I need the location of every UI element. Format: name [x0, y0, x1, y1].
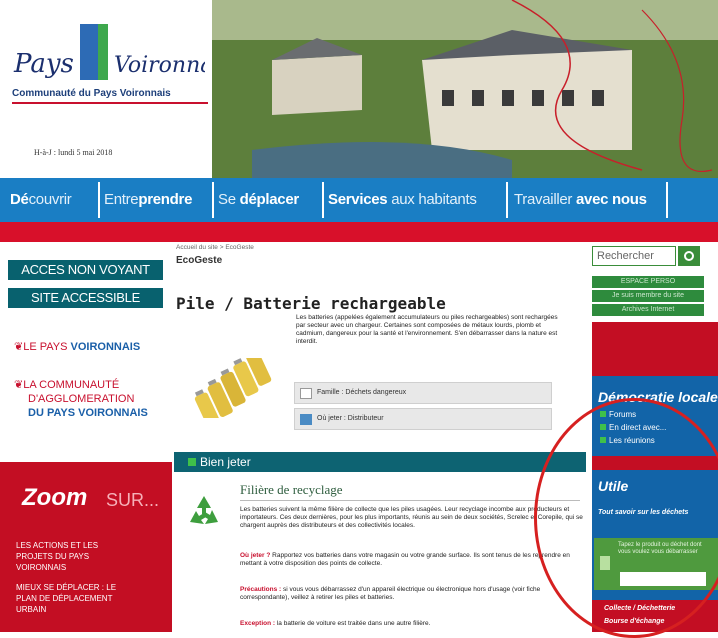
nav-services[interactable]: Services aux habitants — [328, 178, 477, 222]
espace-perso-link[interactable]: ESPACE PERSO — [592, 276, 704, 288]
brand-line1: Pays — [13, 49, 74, 79]
paragraph-precautions: Précautions : si vous vous débarrassez d… — [240, 586, 541, 601]
zoom-title: Zoom — [22, 484, 88, 511]
paragraph-exception: Exception : la batterie de voiture est t… — [240, 620, 431, 627]
search-icon — [684, 251, 694, 261]
nav-se-deplacer[interactable]: Se déplacer — [218, 178, 299, 222]
batteries-image — [194, 358, 272, 418]
membre-link[interactable]: Je suis membre du site — [592, 290, 704, 302]
acces-non-voyant-button[interactable]: ACCES NON VOYANT — [8, 260, 163, 280]
nav-separator — [666, 182, 668, 218]
page-title: Pile / Batterie rechargeable — [176, 294, 446, 313]
communaute-agglomeration-link[interactable]: ❦LA COMMUNAUTÉ D'AGGLOMERATION DU PAYS V… — [14, 378, 148, 420]
paragraph-ou-jeter: Où jeter ? Rapportez vos batteries dans … — [240, 552, 570, 567]
nav-separator — [322, 182, 324, 218]
nav-entreprendre[interactable]: Entreprendre — [104, 178, 192, 222]
brand-divider — [12, 102, 208, 104]
bien-jeter-bar: Bien jeter — [174, 452, 586, 472]
section-title: EcoGeste — [176, 255, 223, 266]
filiere-divider — [240, 500, 580, 501]
pays-voironnais-link[interactable]: ❦LE PAYS VOIRONNAIS — [14, 340, 140, 354]
location-icon — [300, 414, 312, 425]
search-button[interactable] — [678, 246, 700, 266]
brand-line2: Voironnais — [114, 53, 205, 78]
recycle-icon — [190, 496, 218, 524]
nav-travailler[interactable]: Travailler avec nous — [514, 178, 647, 222]
zoom-link-deplacements[interactable]: MIEUX SE DÉPLACER : LE PLAN DE DÉPLACEME… — [16, 582, 136, 615]
date-text: H-à-J : lundi 5 mai 2018 — [34, 148, 113, 157]
nav-separator — [506, 182, 508, 218]
famille-box[interactable]: Famille : Déchets dangereux — [294, 382, 552, 404]
pv-logo-icon: ❦ — [14, 341, 24, 353]
search-input[interactable]: Rechercher — [592, 246, 676, 266]
highlight-circle — [534, 398, 718, 638]
nav-decouvrir[interactable]: Découvrir — [10, 178, 72, 222]
header-photo — [212, 0, 718, 178]
archives-link[interactable]: Archives Internet — [592, 304, 704, 316]
ou-jeter-box[interactable]: Où jeter : Distributeur — [294, 408, 552, 430]
site-accessible-button[interactable]: SITE ACCESSIBLE — [8, 288, 163, 308]
caagglo-logo-icon: ❦ — [14, 379, 24, 391]
nav-separator — [212, 182, 214, 218]
red-band — [0, 222, 718, 242]
breadcrumb[interactable]: Accueil du site > EcoGeste — [176, 244, 254, 251]
nav-separator — [98, 182, 100, 218]
document-icon — [300, 388, 312, 399]
intro-text: Les batteries (appelées également accumu… — [296, 314, 558, 345]
brand-subtitle: Communauté du Pays Voironnais — [12, 88, 171, 99]
bullet-icon — [188, 458, 196, 466]
zoom-sur: SUR... — [106, 490, 160, 510]
zoom-link-actions[interactable]: LES ACTIONS ET LES PROJETS DU PAYS VOIRO… — [16, 540, 136, 573]
filiere-title: Filière de recyclage — [240, 482, 343, 497]
